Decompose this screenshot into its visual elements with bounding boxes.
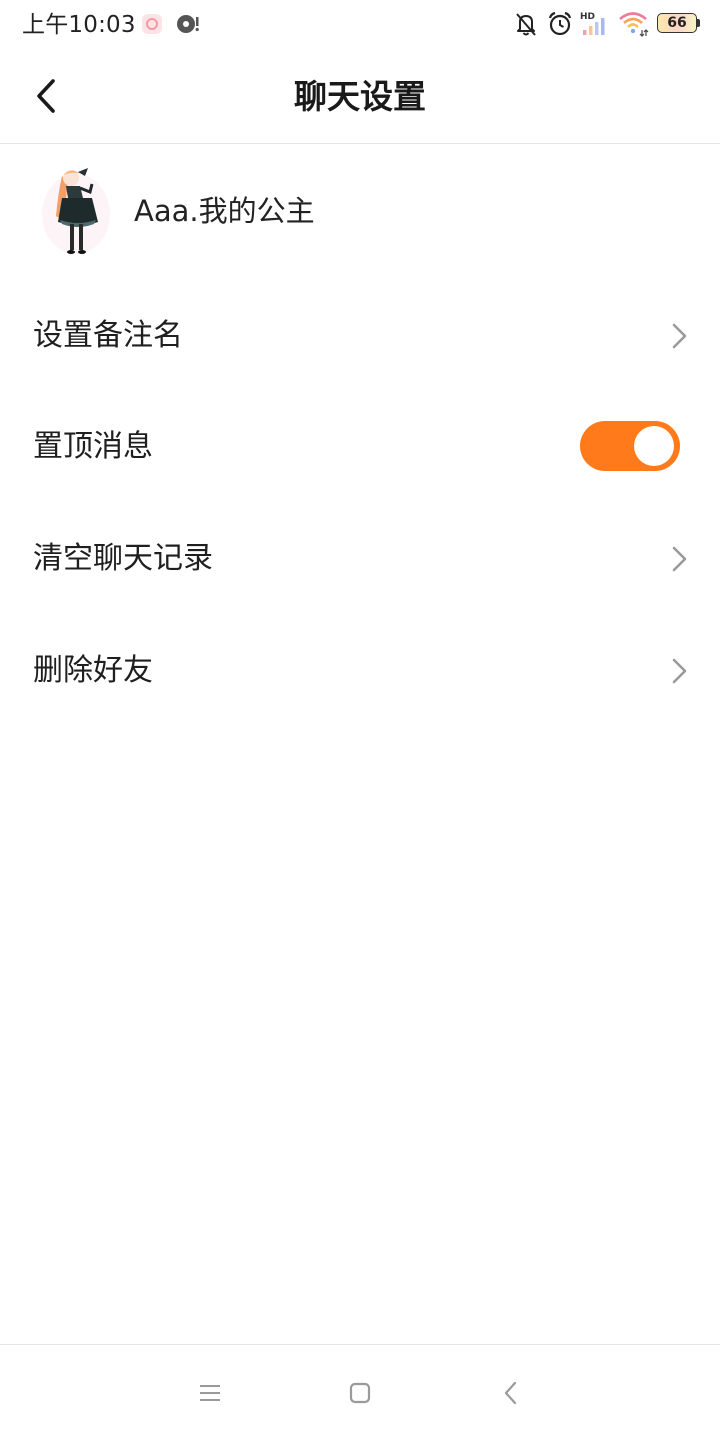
home-square-icon bbox=[349, 1382, 371, 1404]
settings-item-pin-message: 置顶消息 bbox=[0, 391, 720, 503]
profile-row[interactable]: Aaa.我的公主 bbox=[0, 156, 720, 266]
chevron-right-icon bbox=[672, 546, 687, 572]
wifi-icon bbox=[618, 10, 650, 38]
mute-bell-icon bbox=[512, 10, 540, 38]
profile-name: Aaa.我的公主 bbox=[134, 194, 315, 228]
menu-icon bbox=[200, 1385, 220, 1401]
chevron-right-icon bbox=[672, 658, 687, 684]
pin-message-toggle[interactable] bbox=[580, 421, 680, 471]
avatar[interactable] bbox=[38, 164, 114, 258]
system-nav-bar bbox=[0, 1344, 720, 1441]
settings-item-label: 设置备注名 bbox=[33, 318, 183, 353]
network-badge: HD bbox=[580, 12, 595, 22]
home-button[interactable] bbox=[338, 1371, 382, 1415]
header: 聊天设置 bbox=[0, 50, 720, 144]
alarm-icon bbox=[546, 10, 574, 38]
app-notification-icon bbox=[141, 13, 163, 35]
battery-level: 66 bbox=[667, 15, 687, 31]
battery-icon: 66 bbox=[657, 13, 701, 35]
music-app-icon bbox=[176, 13, 199, 35]
chevron-right-icon bbox=[672, 323, 687, 349]
settings-item-clear-history[interactable]: 清空聊天记录 bbox=[0, 503, 720, 615]
system-back-button[interactable] bbox=[489, 1371, 533, 1415]
settings-item-set-remark[interactable]: 设置备注名 bbox=[0, 280, 720, 392]
status-bar: 上午10:03 HD 66 bbox=[0, 0, 720, 50]
menu-button[interactable] bbox=[188, 1371, 232, 1415]
toggle-knob bbox=[634, 426, 674, 466]
settings-item-label: 清空聊天记录 bbox=[33, 541, 213, 576]
page-title: 聊天设置 bbox=[294, 77, 426, 116]
back-button[interactable] bbox=[22, 71, 72, 121]
settings-item-label: 删除好友 bbox=[33, 653, 153, 688]
status-time: 上午10:03 bbox=[22, 12, 136, 38]
back-triangle-icon bbox=[504, 1381, 517, 1405]
anime-girl-avatar-icon bbox=[42, 168, 110, 254]
cell-signal-icon: HD bbox=[580, 10, 610, 38]
chevron-left-icon bbox=[37, 79, 55, 113]
settings-item-delete-friend[interactable]: 删除好友 bbox=[0, 615, 720, 727]
settings-item-label: 置顶消息 bbox=[33, 429, 153, 464]
